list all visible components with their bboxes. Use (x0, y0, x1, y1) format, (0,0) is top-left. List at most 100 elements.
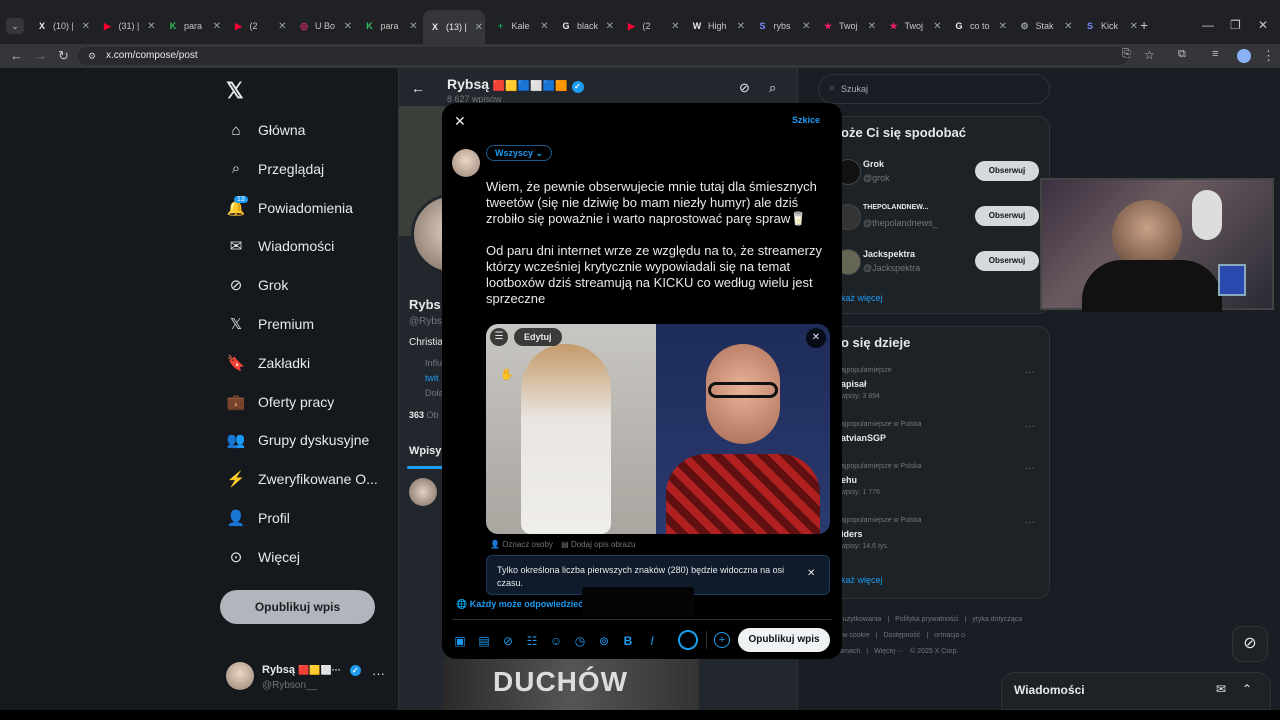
back-arrow-icon[interactable]: ← (411, 80, 425, 96)
tab-close-icon[interactable]: ✕ (1064, 21, 1072, 32)
browser-tab[interactable]: ★ Twoj ✕ (816, 13, 878, 39)
follow-button[interactable]: Obserwuj (975, 161, 1039, 181)
tab-close-icon[interactable]: ✕ (147, 21, 155, 32)
tab-close-icon[interactable]: ✕ (737, 21, 745, 32)
sidebar-item[interactable]: 𝕏 Premium (226, 310, 314, 338)
gif-icon[interactable]: ▤ (476, 633, 492, 649)
close-window-icon[interactable]: ✕ (1258, 18, 1268, 32)
browser-tab[interactable]: X (10) | ✕ (30, 13, 92, 39)
tab-close-icon[interactable]: ✕ (671, 21, 679, 32)
more-icon[interactable]: ··· (372, 666, 385, 681)
browser-tab[interactable]: Kpara ✕ (161, 13, 223, 39)
media-control-icon[interactable]: ≡ (1212, 48, 1218, 60)
grok-icon[interactable]: ⊘ (739, 80, 750, 96)
profile-link[interactable]: twit (425, 373, 439, 383)
maximize-icon[interactable]: ❐ (1230, 18, 1241, 32)
tab-close-icon[interactable]: ✕ (409, 21, 417, 32)
sidebar-item[interactable]: 🔔 13 Powiadomienia (226, 194, 353, 222)
tab-close-icon[interactable]: ✕ (278, 21, 286, 32)
image-right[interactable] (656, 324, 830, 534)
url-field[interactable]: ⚙ x.com/compose/post (78, 47, 1128, 65)
search-box[interactable]: ⌕ Szukaj (818, 74, 1050, 104)
sidebar-item[interactable]: 👤 Profil (226, 504, 290, 532)
tab-close-icon[interactable]: ✕ (606, 21, 614, 32)
drafts-button[interactable]: Szkice (792, 115, 820, 125)
browser-tab[interactable]: ★ Twoj ✕ (882, 13, 944, 39)
reply-setting-button[interactable]: Każdy może odpowiedzieć (470, 599, 584, 609)
browser-tab[interactable]: ▶ (2 ✕ (620, 13, 682, 39)
footer-link[interactable]: Więcej ··· (874, 648, 904, 655)
italic-icon[interactable]: I (644, 633, 660, 649)
emoji-icon[interactable]: ☺ (548, 633, 564, 649)
bold-icon[interactable]: B (620, 633, 636, 649)
trend-item[interactable]: ajpopularniejsze w Polska ehu wpisy: 1 7… (813, 463, 1049, 509)
grok-floating-button[interactable]: ⊘ (1232, 626, 1268, 662)
expand-icon[interactable]: ⌃ (1242, 682, 1252, 696)
trend-item[interactable]: ajpopularniejsze apisał wpisy: 3 894 ··· (813, 367, 1049, 413)
profile-avatar-icon[interactable] (1237, 49, 1251, 63)
follow-button[interactable]: Obserwuj (975, 251, 1039, 271)
browser-tab[interactable]: ◎ U Bo ✕ (292, 13, 354, 39)
tab-posts[interactable]: Wpisy (409, 445, 441, 457)
trend-item[interactable]: ajpopularniejsze w Polska atvianSGP ··· (813, 421, 1049, 467)
reload-icon[interactable]: ↻ (58, 48, 69, 64)
browser-tab[interactable]: W High ✕ (685, 13, 747, 39)
new-message-icon[interactable]: ✉ (1216, 682, 1226, 696)
footer-link[interactable]: Polityka prywatności (895, 616, 958, 623)
tab-close-icon[interactable]: ✕ (999, 21, 1007, 32)
browser-tab[interactable]: ▶ (31) | ✕ (96, 13, 158, 39)
extensions-icon[interactable]: ⧉ (1178, 48, 1186, 61)
tab-search-button[interactable]: ⌄ (6, 18, 24, 34)
sidebar-item[interactable]: ⚡ Zweryfikowane O... (226, 465, 378, 493)
site-info-icon[interactable]: ⚙ (88, 47, 96, 65)
install-app-icon[interactable]: ⎘ (1122, 48, 1131, 61)
browser-tab[interactable]: Gblack ✕ (554, 13, 616, 39)
tab-close-icon[interactable]: ✕ (540, 21, 548, 32)
browser-tab[interactable]: Gco to ✕ (947, 13, 1009, 39)
follow-suggestion[interactable]: THEPOLANDNEW... @thepolandnews_ Obserwuj (813, 200, 1049, 240)
tab-close-icon[interactable]: ✕ (868, 21, 876, 32)
sidebar-item[interactable]: ✉ Wiadomości (226, 232, 335, 260)
messages-drawer[interactable]: Wiadomości ✉ ⌃ (1001, 672, 1271, 710)
sidebar-item[interactable]: ⊙ Więcej (226, 543, 300, 571)
post-media-thumbnail[interactable]: DUCHÓW (443, 658, 699, 710)
follow-suggestion[interactable]: Grok @grok Obserwuj (813, 155, 1049, 195)
tab-close-icon[interactable]: ✕ (1130, 21, 1138, 32)
browser-tab[interactable]: Srybs ✕ (751, 13, 813, 39)
browser-menu-icon[interactable]: ⋮ (1262, 48, 1275, 64)
forward-icon[interactable]: → (34, 48, 47, 63)
browser-tab[interactable]: ▶ (2 ✕ (227, 13, 289, 39)
schedule-icon[interactable]: ◷ (572, 633, 588, 649)
audience-selector[interactable]: Wszyscy ⌄ (486, 145, 553, 161)
trend-item[interactable]: ajpopularniejsze w Polska iders wpisy: 1… (813, 517, 1049, 563)
follow-suggestion[interactable]: Jackspektra @Jackspektra Obserwuj (813, 245, 1049, 285)
browser-tab[interactable]: S Kick ✕ (1078, 13, 1140, 39)
sidebar-item[interactable]: ⌂ Główna (226, 116, 305, 144)
account-switcher[interactable]: Rybsą 🟥🟨⬜··· ✓ @Rybson__ ··· (226, 658, 396, 698)
tab-close-icon[interactable]: ✕ (475, 22, 483, 33)
add-alt-text-link[interactable]: Dodaj opis obrazu (571, 540, 635, 549)
tag-people-link[interactable]: Oznacz osoby (502, 540, 553, 549)
minimize-icon[interactable]: — (1202, 18, 1214, 32)
browser-tab[interactable]: + Kale ✕ (489, 13, 551, 39)
remove-media-button[interactable]: ✕ (806, 328, 826, 348)
browser-tab[interactable]: Kpara ✕ (358, 13, 420, 39)
x-logo-icon[interactable]: 𝕏 (226, 78, 244, 104)
tab-close-icon[interactable]: ✕ (933, 21, 941, 32)
more-icon[interactable]: ··· (1025, 367, 1035, 378)
new-tab-button[interactable]: + (1140, 17, 1148, 33)
footer-link[interactable]: Dostępność (883, 632, 920, 639)
more-icon[interactable]: ··· (1025, 421, 1035, 432)
footer-link[interactable]: © 2025 X Corp. (910, 648, 958, 655)
sidebar-item[interactable]: 💼 Oferty pracy (226, 388, 335, 416)
sidebar-item[interactable]: ⌕ Przeglądaj (226, 155, 324, 183)
bookmark-star-icon[interactable]: ☆ (1144, 48, 1155, 62)
close-notice-icon[interactable]: ✕ (807, 568, 815, 579)
image-icon[interactable]: ▣ (452, 633, 468, 649)
tab-close-icon[interactable]: ✕ (344, 21, 352, 32)
follow-button[interactable]: Obserwuj (975, 206, 1039, 226)
back-icon[interactable]: ← (10, 48, 23, 63)
media-menu-button[interactable]: ☰ (490, 328, 508, 346)
grok-icon[interactable]: ⊘ (500, 633, 516, 649)
edit-media-button[interactable]: Edytuj (514, 328, 562, 346)
